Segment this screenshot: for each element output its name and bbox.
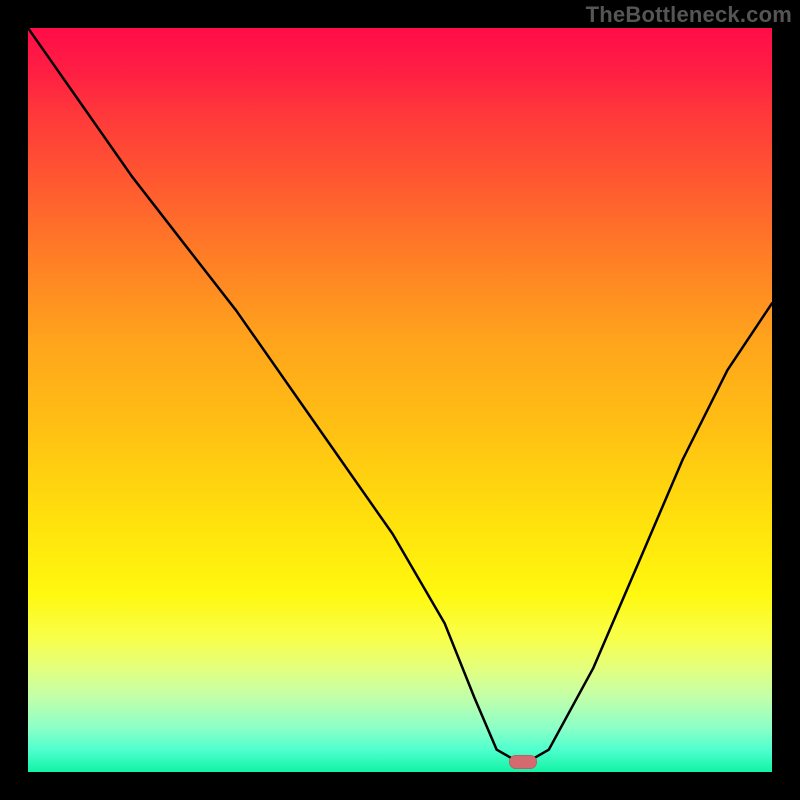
curve-path	[28, 28, 772, 765]
chart-frame: TheBottleneck.com	[0, 0, 800, 800]
optimal-point-marker	[509, 755, 537, 769]
bottleneck-curve	[28, 28, 772, 772]
plot-area	[28, 28, 772, 772]
watermark-text: TheBottleneck.com	[586, 2, 792, 28]
